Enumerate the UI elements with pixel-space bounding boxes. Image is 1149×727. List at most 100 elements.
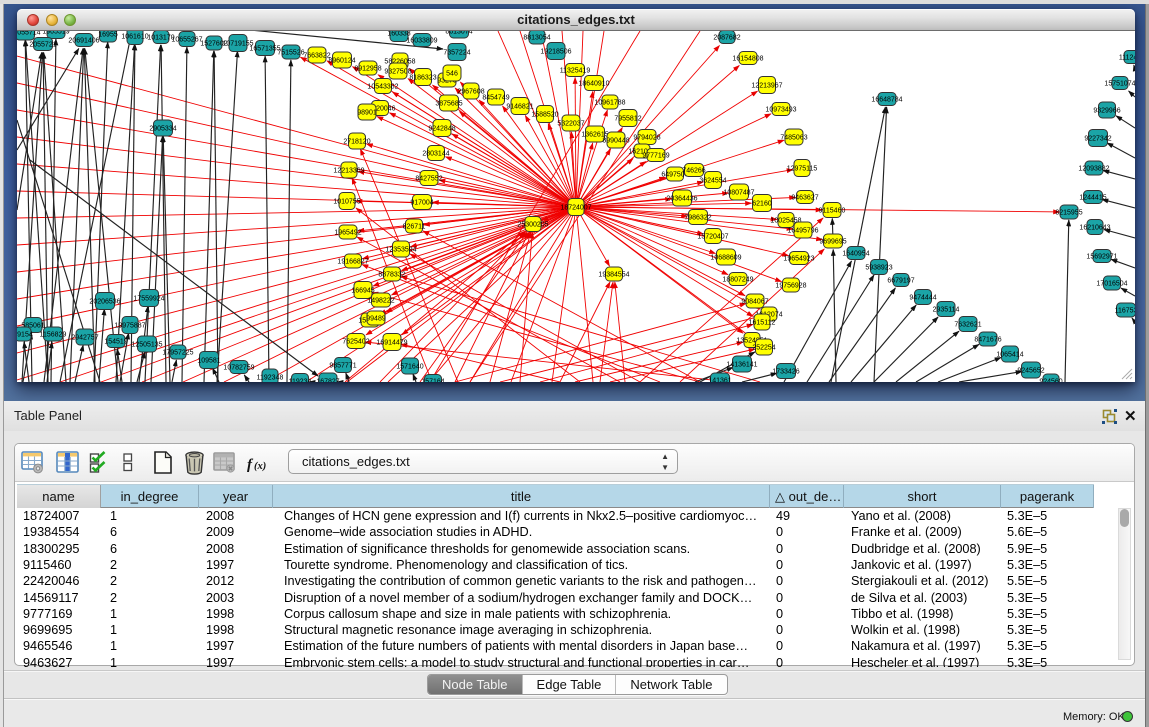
- svg-text:7485063: 7485063: [780, 134, 807, 141]
- svg-text:15720407: 15720407: [697, 233, 728, 240]
- svg-text:9327508: 9327508: [384, 68, 411, 75]
- svg-text:154519: 154519: [104, 338, 127, 345]
- svg-text:10807487: 10807487: [723, 189, 754, 196]
- svg-text:1156829: 1156829: [40, 331, 67, 338]
- svg-text:7625402: 7625402: [342, 338, 369, 345]
- svg-text:2087682: 2087682: [713, 34, 740, 41]
- svg-text:1192348: 1192348: [257, 374, 284, 381]
- svg-text:1640954: 1640954: [842, 250, 869, 257]
- svg-text:10688609: 10688609: [710, 254, 741, 261]
- svg-text:746266: 746266: [682, 167, 705, 174]
- svg-text:5938923: 5938923: [865, 264, 892, 271]
- svg-text:1905519: 1905519: [42, 31, 69, 35]
- svg-text:8878332: 8878332: [378, 271, 405, 278]
- svg-text:157164: 157164: [421, 378, 444, 382]
- svg-text:10973493: 10973493: [765, 106, 796, 113]
- svg-text:924560: 924560: [1039, 378, 1062, 382]
- svg-text:16955: 16955: [98, 31, 118, 38]
- svg-text:2967608: 2967608: [457, 88, 484, 95]
- svg-text:f: f: [247, 457, 254, 472]
- svg-text:8454749: 8454749: [482, 94, 509, 101]
- svg-text:1615112: 1615112: [749, 319, 776, 326]
- svg-text:2803144: 2803144: [422, 150, 449, 157]
- svg-text:8186323: 8186323: [409, 74, 436, 81]
- svg-text:2055721: 2055721: [29, 41, 56, 48]
- svg-text:8990448: 8990448: [602, 137, 629, 144]
- svg-text:7986322: 7986322: [684, 214, 711, 221]
- svg-text:109581: 109581: [197, 357, 220, 364]
- svg-text:19756928: 19756928: [775, 282, 806, 289]
- svg-text:1061610: 1061610: [121, 33, 148, 40]
- svg-text:20364436: 20364436: [666, 195, 697, 202]
- svg-text:546: 546: [446, 70, 458, 77]
- svg-text:99489: 99489: [366, 315, 386, 322]
- svg-text:19654923: 19654923: [783, 255, 814, 262]
- svg-text:(x): (x): [254, 461, 266, 472]
- svg-text:9857771: 9857771: [329, 362, 356, 369]
- svg-text:20206536: 20206536: [89, 298, 120, 305]
- svg-text:2942757: 2942757: [71, 334, 98, 341]
- svg-text:12213967: 12213967: [751, 82, 782, 89]
- svg-text:166945: 166945: [351, 287, 374, 294]
- svg-text:39154: 39154: [17, 331, 33, 338]
- svg-text:2718120: 2718120: [343, 138, 370, 145]
- svg-text:141361: 141361: [708, 377, 731, 382]
- svg-text:1571640: 1571640: [396, 363, 423, 370]
- svg-text:3624554: 3624554: [699, 177, 726, 184]
- svg-text:16495796: 16495796: [787, 227, 818, 234]
- svg-text:8613074: 8613074: [445, 31, 472, 35]
- svg-text:25300205: 25300205: [517, 221, 548, 228]
- svg-text:16914479: 16914479: [376, 339, 407, 346]
- svg-text:98901: 98901: [357, 109, 377, 116]
- svg-text:9794028: 9794028: [633, 134, 660, 141]
- svg-text:9084067: 9084067: [741, 298, 768, 305]
- svg-text:10782759: 10782759: [223, 364, 254, 371]
- svg-text:7955812: 7955812: [614, 115, 641, 122]
- svg-text:1244415: 1244415: [1079, 194, 1106, 201]
- svg-text:17957225: 17957225: [162, 349, 193, 356]
- svg-text:12505135: 12505135: [131, 341, 162, 348]
- svg-text:9227342: 9227342: [1084, 135, 1111, 142]
- svg-text:3875685: 3875685: [435, 100, 462, 107]
- svg-text:1588520: 1588520: [531, 111, 558, 118]
- svg-text:8912958: 8912958: [354, 65, 381, 72]
- svg-text:62160: 62160: [752, 200, 772, 207]
- svg-text:1965492: 1965492: [334, 229, 361, 236]
- svg-text:119234: 119234: [289, 378, 312, 382]
- svg-text:8960124: 8960124: [328, 57, 355, 64]
- svg-text:12975115: 12975115: [787, 165, 818, 172]
- svg-text:8427552: 8427552: [415, 175, 442, 182]
- svg-text:19218506: 19218506: [540, 48, 571, 55]
- svg-text:9329966: 9329966: [1093, 107, 1120, 114]
- svg-text:8471676: 8471676: [974, 336, 1001, 343]
- svg-text:15692971: 15692971: [1086, 253, 1117, 260]
- svg-text:1733426: 1733426: [772, 368, 799, 375]
- svg-text:11325419: 11325419: [560, 67, 591, 74]
- svg-text:7663822: 7663822: [303, 52, 330, 59]
- svg-text:9699695: 9699695: [819, 238, 846, 245]
- svg-text:10655267: 10655267: [171, 36, 202, 43]
- svg-text:12213369: 12213369: [333, 167, 364, 174]
- svg-text:10961788: 10961788: [594, 99, 625, 106]
- svg-text:19166827: 19166827: [337, 258, 368, 265]
- svg-text:19975887: 19975887: [114, 322, 145, 329]
- svg-text:19384554: 19384554: [598, 271, 629, 278]
- svg-text:20691406: 20691406: [68, 37, 99, 44]
- svg-text:826711: 826711: [403, 223, 426, 230]
- svg-text:7632621: 7632621: [954, 321, 981, 328]
- svg-text:5322037: 5322037: [557, 120, 584, 127]
- svg-text:167827: 167827: [316, 378, 339, 382]
- svg-text:1065414: 1065414: [996, 351, 1023, 358]
- svg-text:6679197: 6679197: [887, 277, 914, 284]
- svg-text:1112403: 1112403: [1119, 54, 1135, 61]
- svg-text:8813054: 8813054: [523, 34, 550, 41]
- svg-text:14055714: 14055714: [17, 31, 41, 36]
- svg-text:9463627: 9463627: [791, 194, 818, 201]
- svg-text:7357224: 7357224: [443, 49, 470, 56]
- svg-text:17559924: 17559924: [133, 295, 164, 302]
- svg-text:9115460: 9115460: [819, 207, 846, 214]
- svg-text:16571355: 16571355: [249, 45, 280, 52]
- svg-text:252254: 252254: [752, 344, 775, 351]
- svg-text:10543382: 10543382: [367, 83, 398, 90]
- svg-text:8215955: 8215955: [1055, 209, 1082, 216]
